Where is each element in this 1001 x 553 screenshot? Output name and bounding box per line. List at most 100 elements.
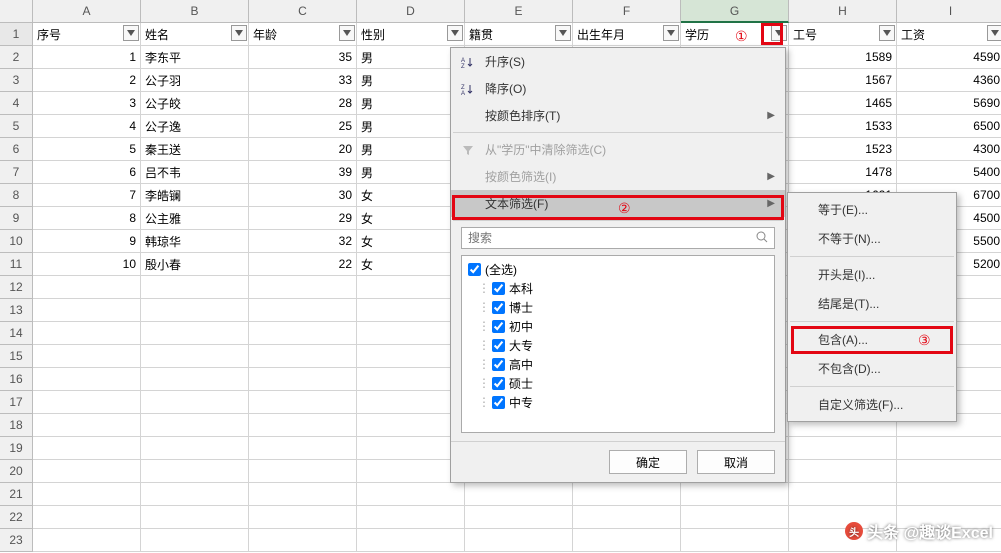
header-cell[interactable]: 出生年月 <box>573 23 681 46</box>
data-cell[interactable]: 秦王送 <box>141 138 249 161</box>
data-cell[interactable]: 男 <box>357 92 465 115</box>
filter-check-item[interactable]: ⋮高中 <box>468 355 768 374</box>
filter-checkbox[interactable] <box>492 301 505 314</box>
data-cell[interactable]: 29 <box>249 207 357 230</box>
data-cell[interactable] <box>141 299 249 322</box>
data-cell[interactable] <box>33 414 141 437</box>
filter-dropdown-button[interactable] <box>339 25 355 41</box>
data-cell[interactable] <box>681 529 789 552</box>
data-cell[interactable]: 公子逸 <box>141 115 249 138</box>
data-cell[interactable]: 30 <box>249 184 357 207</box>
contains-item[interactable]: 包含(A)... <box>788 325 956 354</box>
data-cell[interactable]: 4590 <box>897 46 1001 69</box>
data-cell[interactable]: 20 <box>249 138 357 161</box>
data-cell[interactable]: 李皓镧 <box>141 184 249 207</box>
row-header[interactable]: 17 <box>0 391 33 414</box>
filter-checkbox[interactable] <box>492 320 505 333</box>
data-cell[interactable] <box>249 391 357 414</box>
row-header[interactable]: 18 <box>0 414 33 437</box>
data-cell[interactable]: 5400 <box>897 161 1001 184</box>
col-header[interactable]: E <box>465 0 573 23</box>
row-header[interactable]: 23 <box>0 529 33 552</box>
data-cell[interactable] <box>33 437 141 460</box>
data-cell[interactable] <box>249 506 357 529</box>
not-contains-item[interactable]: 不包含(D)... <box>788 354 956 383</box>
data-cell[interactable] <box>33 506 141 529</box>
select-all-corner[interactable] <box>0 0 33 23</box>
data-cell[interactable] <box>33 276 141 299</box>
row-header[interactable]: 4 <box>0 92 33 115</box>
data-cell[interactable] <box>897 437 1001 460</box>
row-header[interactable]: 13 <box>0 299 33 322</box>
data-cell[interactable]: 男 <box>357 115 465 138</box>
data-cell[interactable] <box>357 506 465 529</box>
filter-check-item[interactable]: ⋮中专 <box>468 393 768 412</box>
data-cell[interactable] <box>33 483 141 506</box>
data-cell[interactable]: 33 <box>249 69 357 92</box>
filter-dropdown-button[interactable] <box>555 25 571 41</box>
data-cell[interactable]: 32 <box>249 230 357 253</box>
filter-dropdown-button[interactable] <box>663 25 679 41</box>
data-cell[interactable] <box>789 483 897 506</box>
data-cell[interactable] <box>249 299 357 322</box>
data-cell[interactable] <box>33 529 141 552</box>
data-cell[interactable] <box>249 368 357 391</box>
row-header[interactable]: 12 <box>0 276 33 299</box>
data-cell[interactable] <box>573 483 681 506</box>
data-cell[interactable] <box>141 529 249 552</box>
data-cell[interactable] <box>141 483 249 506</box>
data-cell[interactable]: 22 <box>249 253 357 276</box>
row-header[interactable]: 10 <box>0 230 33 253</box>
data-cell[interactable] <box>249 483 357 506</box>
filter-dropdown-button[interactable] <box>447 25 463 41</box>
data-cell[interactable] <box>357 483 465 506</box>
data-cell[interactable]: 25 <box>249 115 357 138</box>
data-cell[interactable] <box>249 460 357 483</box>
data-cell[interactable]: 28 <box>249 92 357 115</box>
col-header[interactable]: A <box>33 0 141 23</box>
data-cell[interactable] <box>33 299 141 322</box>
data-cell[interactable]: 男 <box>357 161 465 184</box>
data-cell[interactable] <box>573 529 681 552</box>
header-cell[interactable]: 年龄 <box>249 23 357 46</box>
ok-button[interactable]: 确定 <box>609 450 687 474</box>
data-cell[interactable]: 吕不韦 <box>141 161 249 184</box>
data-cell[interactable] <box>33 345 141 368</box>
data-cell[interactable] <box>141 460 249 483</box>
filter-values-list[interactable]: (全选)⋮本科⋮博士⋮初中⋮大专⋮高中⋮硕士⋮中专 <box>461 255 775 433</box>
data-cell[interactable] <box>249 437 357 460</box>
data-cell[interactable] <box>789 460 897 483</box>
data-cell[interactable] <box>141 368 249 391</box>
row-header[interactable]: 20 <box>0 460 33 483</box>
col-header[interactable]: B <box>141 0 249 23</box>
data-cell[interactable] <box>681 506 789 529</box>
col-header[interactable]: C <box>249 0 357 23</box>
ends-with-item[interactable]: 结尾是(T)... <box>788 289 956 318</box>
data-cell[interactable]: 公子羽 <box>141 69 249 92</box>
filter-checkbox[interactable] <box>492 358 505 371</box>
data-cell[interactable] <box>465 483 573 506</box>
header-cell[interactable]: 性别 <box>357 23 465 46</box>
data-cell[interactable] <box>141 437 249 460</box>
data-cell[interactable]: 7 <box>33 184 141 207</box>
data-cell[interactable] <box>897 483 1001 506</box>
data-cell[interactable] <box>357 276 465 299</box>
filter-checkbox[interactable] <box>492 282 505 295</box>
data-cell[interactable] <box>465 506 573 529</box>
col-header[interactable]: I <box>897 0 1001 23</box>
filter-checkbox[interactable] <box>492 396 505 409</box>
data-cell[interactable]: 39 <box>249 161 357 184</box>
filter-search-input[interactable] <box>461 227 775 249</box>
row-header[interactable]: 19 <box>0 437 33 460</box>
data-cell[interactable] <box>357 414 465 437</box>
header-cell[interactable]: 工号 <box>789 23 897 46</box>
data-cell[interactable]: 殷小春 <box>141 253 249 276</box>
data-cell[interactable]: 5690 <box>897 92 1001 115</box>
data-cell[interactable] <box>357 322 465 345</box>
data-cell[interactable]: 女 <box>357 253 465 276</box>
data-cell[interactable] <box>249 345 357 368</box>
data-cell[interactable] <box>789 437 897 460</box>
data-cell[interactable]: 公子皎 <box>141 92 249 115</box>
data-cell[interactable]: 3 <box>33 92 141 115</box>
data-cell[interactable] <box>465 529 573 552</box>
